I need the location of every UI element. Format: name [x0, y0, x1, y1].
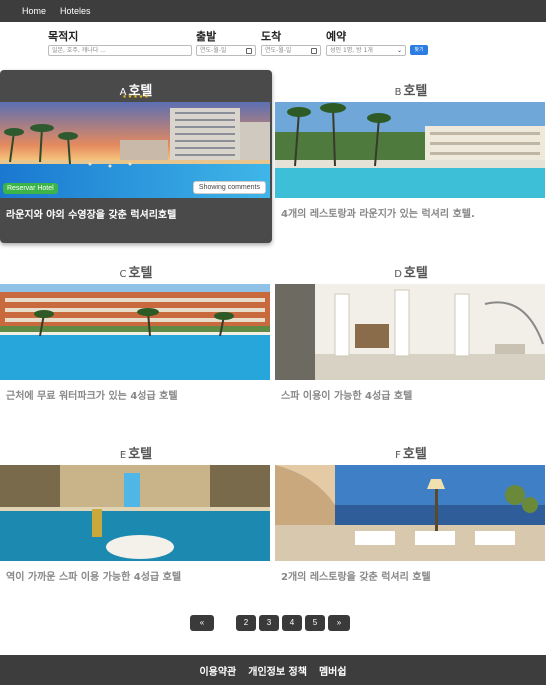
hotel-letter: B	[394, 87, 402, 98]
hotel-card-a[interactable]: A 호텔 ★★★★★ Reservar Hotel Showing commen…	[0, 70, 272, 243]
checkin-label: 출발	[196, 30, 217, 43]
hotel-image: Reservar Hotel Showing comments	[0, 102, 270, 198]
booking-field-group: 예약 성인 1명, 방 1개 ⌄	[326, 30, 406, 56]
calendar-icon	[311, 47, 317, 54]
hotel-description: 근처에 무료 워터파크가 있는 4성급 호텔	[6, 391, 178, 402]
hotel-name: 호텔	[128, 266, 153, 281]
hotel-card-b[interactable]: B 호텔 4개의 레스토랑과 라운지가 있는 럭셔리 호텔.	[275, 80, 546, 220]
hotel-card-e[interactable]: E 호텔 역이 가까운 스파 이용 가능한 4성급 호텔	[0, 443, 272, 583]
hotel-title: D 호텔	[275, 262, 546, 281]
hotel-name: 호텔	[403, 84, 428, 99]
footer-terms-link[interactable]: 이용약관	[199, 663, 236, 678]
hotel-name: 호텔	[403, 266, 428, 281]
hotel-image	[275, 284, 545, 380]
checkin-field-group: 출발 연도-월-일	[196, 30, 256, 56]
footer-privacy-link[interactable]: 개인정보 정책	[248, 663, 307, 678]
calendar-icon	[246, 47, 252, 54]
checkout-label: 도착	[261, 30, 282, 43]
hotel-description: 스파 이용이 가능한 4성급 호텔	[281, 391, 413, 402]
hotel-description: 역이 가까운 스파 이용 가능한 4성급 호텔	[6, 572, 182, 583]
footer-membership-link[interactable]: 멤버쉽	[319, 663, 347, 678]
hotel-name: 호텔	[128, 447, 153, 462]
top-navigation: Home Hoteles	[0, 0, 546, 22]
footer: 이용약관 개인정보 정책 멤버쉽	[0, 655, 546, 685]
checkin-date-input[interactable]: 연도-월-일	[196, 45, 256, 56]
hotel-card-d[interactable]: D 호텔 스파 이용이 가능한 4성급 호텔	[275, 262, 546, 402]
hotel-image	[0, 284, 270, 380]
hotel-description: 4개의 레스토랑과 라운지가 있는 럭셔리 호텔.	[281, 209, 475, 220]
hotel-title: F 호텔	[275, 443, 546, 462]
search-button[interactable]: 찾기	[410, 45, 428, 55]
search-bar: 목적지 일본, 호주, 캐나다 ... 출발 연도-월-일 도착 연도-월-일 …	[0, 30, 546, 60]
prev-page-button[interactable]: «	[190, 615, 214, 631]
page-button[interactable]: 3	[259, 615, 279, 631]
rating-stars: ★★★★★	[122, 94, 150, 100]
hotel-description: 라운지와 야외 수영장을 갖춘 럭셔리호텔	[6, 210, 177, 221]
page-button[interactable]: 5	[305, 615, 325, 631]
hotel-image	[275, 102, 545, 198]
hotel-title: E 호텔	[0, 443, 272, 462]
nav-hotels-link[interactable]: Hoteles	[60, 6, 91, 16]
hotel-letter: D	[394, 269, 402, 280]
reserve-hotel-button[interactable]: Reservar Hotel	[3, 183, 58, 194]
destination-field-group: 목적지 일본, 호주, 캐나다 ...	[48, 30, 192, 56]
hotel-name: 호텔	[402, 447, 427, 462]
checkout-field-group: 도착 연도-월-일	[261, 30, 321, 56]
pagination: « 2 3 4 5 »	[0, 615, 546, 631]
hotel-card-c[interactable]: C 호텔 근처에 무료 워터파크가 있는 4성급 호텔	[0, 262, 272, 402]
destination-input[interactable]: 일본, 호주, 캐나다 ...	[48, 45, 192, 56]
booking-select[interactable]: 성인 1명, 방 1개 ⌄	[326, 45, 406, 56]
next-page-button[interactable]: »	[328, 615, 350, 631]
showing-comments-button[interactable]: Showing comments	[192, 181, 266, 194]
hotel-title: A 호텔 ★★★★★	[0, 70, 272, 100]
hotel-description: 2개의 레스토랑을 갖춘 럭셔리 호텔	[281, 572, 431, 583]
checkout-date-input[interactable]: 연도-월-일	[261, 45, 321, 56]
page-button[interactable]: 4	[282, 615, 302, 631]
hotel-image	[0, 465, 270, 561]
booking-label: 예약	[326, 30, 347, 43]
nav-home-link[interactable]: Home	[22, 6, 46, 16]
hotel-title: B 호텔	[275, 80, 546, 99]
chevron-down-icon: ⌄	[396, 47, 402, 54]
hotel-image	[275, 465, 545, 561]
hotel-letter: E	[119, 450, 127, 461]
hotel-card-f[interactable]: F 호텔 2개의 레스토랑을 갖춘 럭셔리 호텔	[275, 443, 546, 583]
hotel-letter: C	[119, 269, 127, 280]
destination-label: 목적지	[48, 30, 79, 43]
hotel-letter: F	[395, 450, 401, 461]
page-button[interactable]: 2	[236, 615, 256, 631]
hotel-title: C 호텔	[0, 262, 272, 281]
